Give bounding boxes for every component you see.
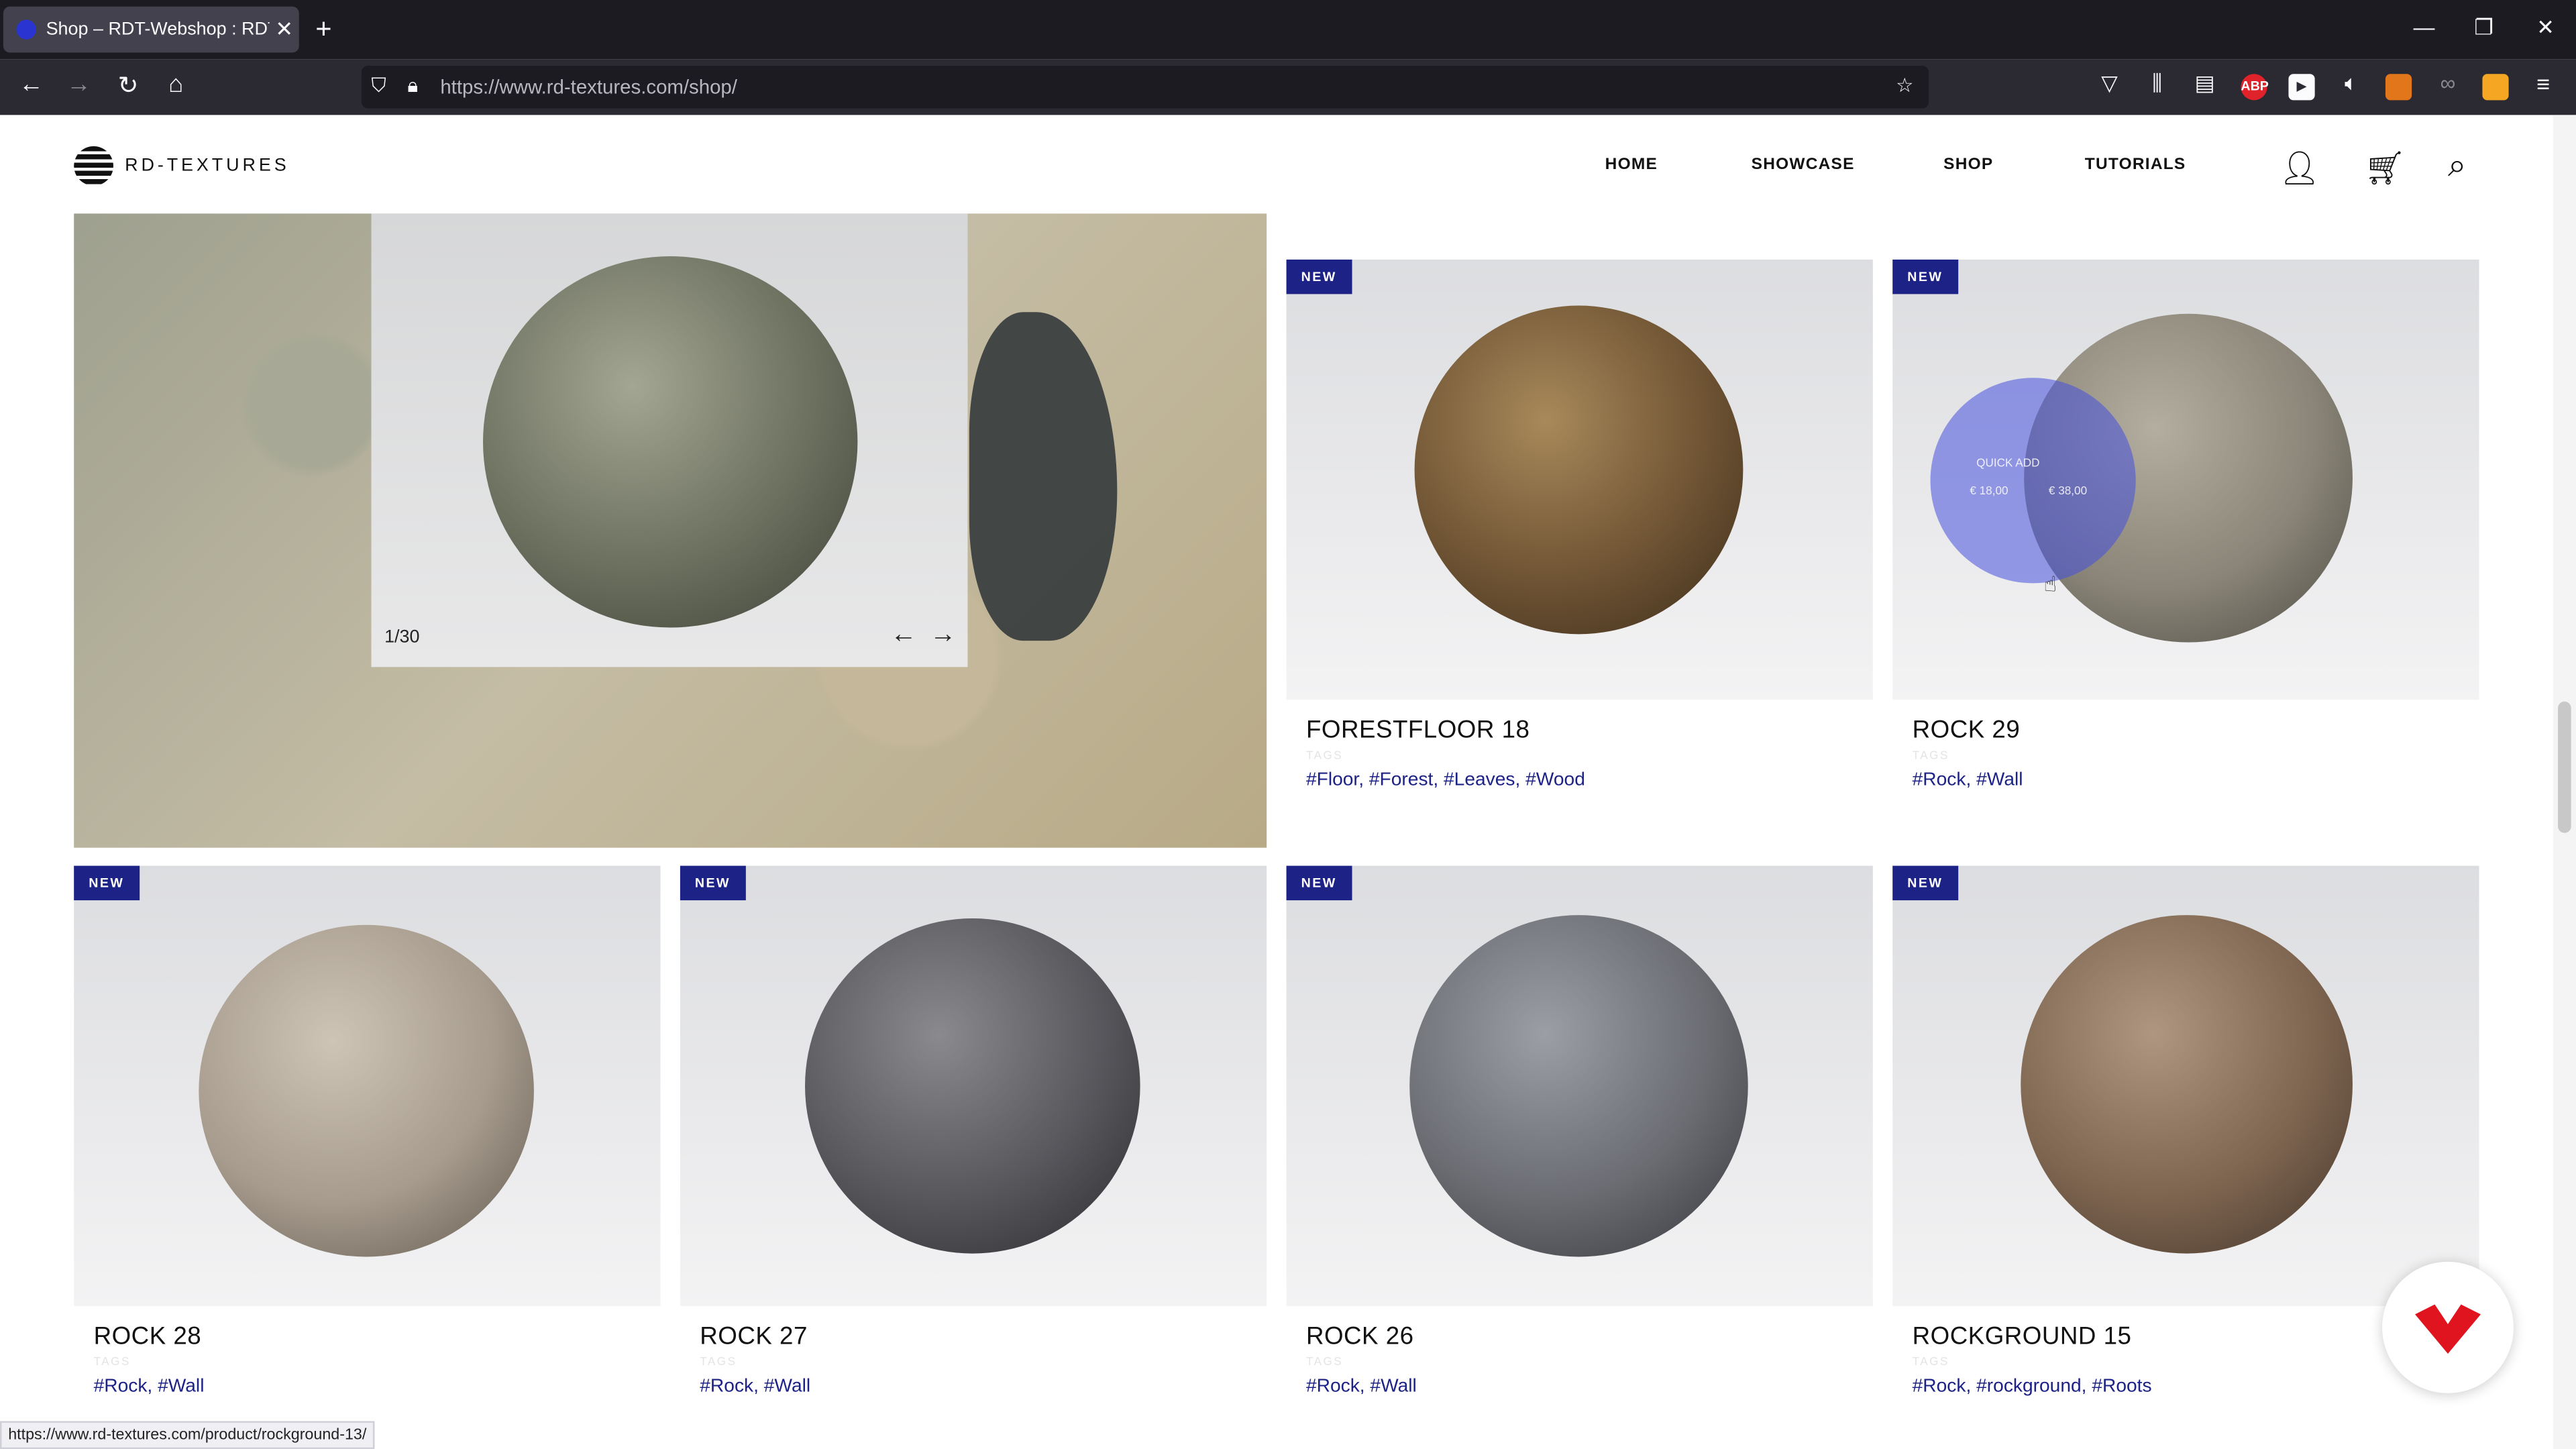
nav-shop[interactable]: SHOP (1943, 156, 1993, 174)
product-card[interactable]: NEW FORESTFLOOR 18 TAGS #Floor, #Forest,… (1286, 259, 1873, 848)
restore-icon[interactable]: ❐ (2474, 15, 2493, 41)
adblock-icon[interactable]: ABP (2241, 74, 2269, 101)
tags-label: TAGS (1305, 751, 1344, 763)
address-bar[interactable]: ⛉ 🔒︎ https://www.rd-textures.com/shop/ ☆ (361, 65, 1929, 109)
status-bar-url: https://www.rd-textures.com/product/rock… (0, 1421, 375, 1449)
site-logo[interactable]: RD-TEXTURES (74, 146, 289, 186)
quick-add-label: QUICK ADD (1976, 458, 2040, 470)
texture-sphere (1409, 915, 1748, 1257)
product-image[interactable] (680, 865, 1267, 1306)
texture-sphere (1414, 305, 1743, 635)
nav-home[interactable]: HOME (1605, 156, 1658, 174)
new-badge: NEW (1892, 259, 1958, 294)
new-badge: NEW (1892, 865, 1958, 901)
shield-icon[interactable]: ⛉ (371, 74, 386, 99)
nav-tutorials[interactable]: TUTORIALS (2085, 156, 2186, 174)
site-header: RD-TEXTURES HOME SHOWCASE SHOP TUTORIALS… (0, 115, 2576, 214)
menu-icon[interactable]: ≡ (2527, 70, 2560, 97)
site-favicon-icon (16, 19, 36, 40)
forward-icon[interactable]: → (62, 70, 95, 99)
tags-label: TAGS (1912, 1356, 1949, 1369)
page-scrollbar[interactable] (2553, 115, 2576, 1449)
tags-label: TAGS (1305, 1356, 1344, 1369)
product-tags[interactable]: #Rock, #rockground, #Roots (1913, 1377, 2152, 1396)
scrollbar-thumb[interactable] (2558, 701, 2571, 833)
lock-icon[interactable]: 🔒︎ (407, 74, 418, 99)
product-tags[interactable]: #Floor, #Forest, #Leaves, #Wood (1306, 771, 1585, 790)
new-badge: NEW (680, 865, 746, 901)
product-tags[interactable]: #Rock, #Wall (700, 1377, 810, 1396)
new-badge: NEW (1286, 259, 1352, 294)
screen: Shop – RDT-Webshop : RDT-We ✕ + — ❐ ✕ ← … (0, 0, 2576, 1449)
product-tags[interactable]: #Rock, #Wall (1913, 771, 2023, 790)
account-icon[interactable]: 👤︎ (2279, 148, 2320, 189)
close-tab-icon[interactable]: ✕ (270, 16, 299, 42)
next-arrow-icon[interactable]: → (930, 621, 956, 651)
tags-label: TAGS (1912, 751, 1949, 763)
product-tags[interactable]: #Rock, #Wall (94, 1377, 205, 1396)
product-image[interactable] (74, 865, 661, 1306)
key-extension-icon[interactable] (2482, 74, 2509, 101)
feature-gallery[interactable]: 1/30 ← → (74, 213, 1267, 848)
product-name[interactable]: ROCK 26 (1306, 1322, 1414, 1350)
home-icon[interactable]: ⌂ (160, 70, 193, 99)
product-image[interactable] (1286, 865, 1873, 1306)
reader-view-icon[interactable]: ▤ (2188, 70, 2221, 97)
minimize-icon[interactable]: — (2414, 15, 2435, 40)
price-high: € 38,00 (2048, 486, 2088, 498)
reload-icon[interactable]: ↻ (112, 70, 145, 101)
logo-text: RD-TEXTURES (125, 156, 290, 176)
product-name[interactable]: ROCKGROUND 15 (1913, 1322, 2132, 1350)
texture-sphere (199, 924, 534, 1257)
close-window-icon[interactable]: ✕ (2536, 15, 2555, 41)
pocket-icon[interactable]: ▽ (2093, 70, 2126, 97)
new-badge: NEW (1286, 865, 1352, 901)
product-name[interactable]: ROCK 27 (700, 1322, 808, 1350)
product-card[interactable]: NEW ROCK 27 TAGS #Rock, #Wall (680, 865, 1267, 1449)
chat-widget-button[interactable] (2382, 1261, 2514, 1393)
product-tags[interactable]: #Rock, #Wall (1306, 1377, 1417, 1396)
product-image[interactable] (1892, 865, 2479, 1306)
texture-sphere (2021, 915, 2353, 1254)
gallery-counter: 1/30 (384, 627, 420, 647)
brand-mark-icon (2415, 1304, 2481, 1354)
tab-bar: Shop – RDT-Webshop : RDT-We ✕ + — ❐ ✕ (0, 0, 2576, 60)
tags-label: TAGS (93, 1356, 131, 1369)
bookmark-star-icon[interactable]: ☆ (1896, 74, 1913, 97)
product-name[interactable]: ROCK 28 (94, 1322, 202, 1350)
url-text[interactable]: https://www.rd-textures.com/shop/ (440, 76, 737, 99)
product-name[interactable]: ROCK 29 (1913, 716, 2021, 745)
extension-icon[interactable]: ▶ (2288, 74, 2315, 101)
nav-bar: ← → ↻ ⌂ ⛉ 🔒︎ https://www.rd-textures.com… (0, 59, 2576, 115)
tab-title: Shop – RDT-Webshop : RDT-We (46, 19, 270, 40)
hand-cursor-icon: ☝︎ (2043, 572, 2057, 596)
product-name[interactable]: FORESTFLOOR 18 (1306, 716, 1529, 745)
new-badge: NEW (74, 865, 140, 901)
browser-tab[interactable]: Shop – RDT-Webshop : RDT-We ✕ (3, 6, 299, 53)
tags-label: TAGS (700, 1356, 737, 1369)
metamask-icon[interactable] (2385, 74, 2412, 101)
prev-arrow-icon[interactable]: ← (890, 621, 916, 651)
gallery-slide: 1/30 ← → (371, 213, 968, 667)
search-icon[interactable]: ⌕ (2448, 148, 2466, 185)
texture-sphere-image (483, 256, 858, 628)
nav-showcase[interactable]: SHOWCASE (1752, 156, 1855, 174)
library-icon[interactable]: ⫼ (2141, 70, 2174, 97)
product-card[interactable]: NEW ROCK 28 TAGS #Rock, #Wall (74, 865, 661, 1449)
back-icon[interactable]: ← (15, 70, 48, 99)
cart-icon[interactable]: 🛒︎ (2364, 148, 2406, 189)
product-image[interactable] (1286, 259, 1873, 700)
link-icon[interactable]: ∞ (2432, 70, 2465, 95)
new-tab-icon[interactable]: + (315, 13, 331, 46)
rock-shadow (969, 312, 1118, 641)
speaker-icon[interactable]: 🔈︎ (2334, 70, 2367, 97)
product-card[interactable]: NEW ROCK 26 TAGS #Rock, #Wall (1286, 865, 1873, 1449)
quick-add-button[interactable]: QUICK ADD € 18,00 € 38,00 (1930, 378, 2136, 584)
price-low: € 18,00 (1970, 486, 2008, 498)
texture-sphere (805, 918, 1140, 1254)
logo-mark-icon (74, 146, 113, 186)
